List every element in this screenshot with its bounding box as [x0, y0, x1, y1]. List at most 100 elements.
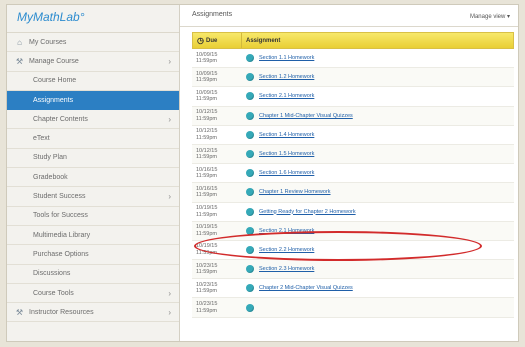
due-cell: 10/09/15 11:59pm	[192, 71, 240, 84]
app-logo: MyMathLab°	[7, 5, 179, 33]
due-cell: 10/09/15 11:59pm	[192, 90, 240, 103]
assignment-link[interactable]: Section 2.1 Homework	[259, 93, 314, 99]
sidebar-item-chapter-contents[interactable]: Chapter Contents ›	[7, 110, 179, 130]
table-row: 10/23/15 11:59pm Section 2.3 Homework	[192, 260, 514, 280]
due-time: 11:59pm	[196, 154, 217, 161]
table-row: 10/09/15 11:59pm Section 1.1 Homework	[192, 49, 514, 69]
sidebar-nav: ⌂ My Courses ⚒ Manage Course › Course Home Ass…	[7, 33, 179, 323]
assignment-link[interactable]: Section 1.5 Homework	[259, 151, 314, 157]
sidebar-item-label: Manage Course	[29, 57, 79, 65]
table-row: 10/12/15 11:59pm Section 1.5 Homework	[192, 144, 514, 165]
table-row: 10/19/15 11:59pm Getting Ready for Chapter…	[192, 203, 514, 222]
sidebar-item-label: Multimedia Library	[33, 231, 91, 239]
assignment-link[interactable]: Chapter 1 Review Homework	[259, 189, 331, 195]
table-row: 10/09/15 11:59pm Section 1.2 Homework	[192, 68, 514, 88]
assignment-link[interactable]: Chapter 2 Mid-Chapter Visual Quizzes	[259, 285, 353, 291]
due-time: 11:59pm	[196, 77, 217, 84]
due-time: 11:59pm	[196, 115, 217, 122]
sidebar-item-label: Discussions	[33, 270, 71, 278]
sidebar-item-label: Study Plan	[33, 154, 67, 162]
table-row: 10/12/15 11:59pm Chapter 1 Mid-Chapter Vis…	[192, 106, 514, 126]
assignment-cell: Chapter 2 Mid-Chapter Visual Quizzes	[240, 284, 514, 293]
home-icon: ⌂	[17, 37, 22, 47]
table-row: 10/19/15 11:59pm Section 2.2 Homework	[192, 241, 514, 261]
app-window: MyMathLab° ⌂ My Courses ⚒ Manage Course › Cou…	[6, 4, 519, 342]
sidebar-item-label: eText	[33, 135, 50, 143]
page-title: Assignments	[192, 11, 233, 18]
assignment-cell: Section 1.6 Homework	[240, 169, 514, 178]
assignment-link[interactable]: Section 1.2 Homework	[259, 74, 314, 80]
chevron-right-icon: ›	[168, 115, 171, 125]
sidebar-item-label: Student Success	[33, 193, 86, 201]
due-time: 11:59pm	[196, 230, 217, 237]
main-header: Assignments Manage view ▾	[180, 5, 518, 27]
sidebar-item-course-tools[interactable]: Course Tools ›	[7, 284, 179, 304]
status-icon	[246, 188, 254, 197]
sidebar-item-label: Course Tools	[33, 289, 74, 297]
assignments-table: ◷ Due Assignment 10/09/15 11:59pm Section …	[192, 32, 514, 341]
chevron-right-icon: ›	[168, 288, 171, 298]
due-time: 11:59pm	[196, 211, 217, 218]
assignment-cell	[240, 303, 514, 312]
sidebar-item-my-courses[interactable]: ⌂ My Courses	[7, 33, 179, 53]
due-time: 11:59pm	[196, 58, 217, 65]
table-row: 10/23/15 11:59pm	[192, 298, 514, 318]
clock-icon: ◷	[197, 36, 204, 45]
column-header-assignment[interactable]: Assignment	[241, 33, 513, 48]
due-cell: 10/19/15 11:59pm	[192, 224, 240, 237]
assignment-cell: Section 1.2 Homework	[240, 73, 514, 82]
status-icon	[246, 150, 254, 159]
assignment-cell: Section 2.2 Homework	[240, 245, 514, 254]
sidebar-item-student-success[interactable]: Student Success ›	[7, 187, 179, 207]
assignment-cell: Section 2.1 Homework	[240, 226, 514, 235]
chevron-right-icon: ›	[168, 308, 171, 318]
sidebar-item-label: Chapter Contents	[33, 115, 88, 123]
status-icon	[246, 303, 254, 312]
table-row: 10/19/15 11:59pm Section 2.1 Homework	[192, 221, 514, 241]
status-icon	[246, 54, 254, 63]
sidebar-item-assignments[interactable]: Assignments	[7, 90, 179, 111]
assignment-link[interactable]: Section 2.1 Homework	[259, 228, 314, 234]
sidebar-item-course-home[interactable]: Course Home	[7, 72, 179, 91]
status-icon	[246, 226, 254, 235]
sidebar-item-purchase-options[interactable]: Purchase Options	[7, 245, 179, 265]
sidebar-item-manage-course[interactable]: ⚒ Manage Course ›	[7, 52, 179, 72]
assignment-cell: Chapter 1 Review Homework	[240, 188, 514, 197]
column-header-due[interactable]: ◷ Due	[193, 36, 241, 45]
table-row: 10/16/15 11:59pm Chapter 1 Review Homework	[192, 183, 514, 203]
assignment-link[interactable]: Getting Ready for Chapter 2 Homework	[259, 209, 356, 215]
assignment-link[interactable]: Section 1.1 Homework	[259, 55, 314, 61]
assignment-link[interactable]: Chapter 1 Mid-Chapter Visual Quizzes	[259, 113, 353, 119]
sidebar-item-label: My Courses	[29, 38, 67, 46]
sidebar-item-gradebook[interactable]: Gradebook	[7, 168, 179, 188]
column-header-due-label: Due	[205, 37, 218, 44]
status-icon	[246, 265, 254, 274]
assignment-link[interactable]: Section 2.3 Homework	[259, 266, 314, 272]
chevron-right-icon: ›	[168, 192, 171, 202]
assignment-cell: Section 1.4 Homework	[240, 130, 514, 139]
table-row: 10/16/15 11:59pm Section 1.6 Homework	[192, 164, 514, 184]
assignment-cell: Section 1.1 Homework	[240, 54, 514, 63]
tools-icon: ⚒	[15, 56, 24, 66]
assignment-cell: Section 2.3 Homework	[240, 265, 514, 274]
chevron-right-icon: ›	[168, 57, 171, 67]
due-time: 11:59pm	[196, 96, 217, 103]
assignment-link[interactable]: Section 1.6 Homework	[259, 170, 314, 176]
sidebar-item-etext[interactable]: eText	[7, 129, 179, 149]
main-content: Assignments Manage view ▾ ◷ Due Assignme…	[180, 5, 518, 341]
assignment-link[interactable]: Section 2.2 Homework	[259, 247, 314, 253]
sidebar-item-study-plan[interactable]: Study Plan	[7, 149, 179, 169]
assignment-link[interactable]: Section 1.4 Homework	[259, 132, 314, 138]
manage-view-button[interactable]: Manage view ▾	[470, 13, 510, 20]
sidebar-item-discussions[interactable]: Discussions	[7, 265, 179, 284]
due-cell: 10/12/15 11:59pm	[192, 128, 240, 141]
sidebar-item-instructor-resources[interactable]: ⚒ Instructor Resources ›	[7, 303, 179, 323]
sidebar-item-label: Instructor Resources	[29, 308, 94, 316]
due-time: 11:59pm	[196, 192, 217, 199]
sidebar-item-label: Assignments	[33, 96, 74, 104]
assignment-cell: Section 2.1 Homework	[240, 92, 514, 101]
assignment-cell: Getting Ready for Chapter 2 Homework	[240, 207, 514, 216]
sidebar-item-multimedia-library[interactable]: Multimedia Library	[7, 226, 179, 246]
sidebar-item-tools-for-success[interactable]: Tools for Success	[7, 207, 179, 226]
due-cell: 10/23/15 11:59pm	[192, 263, 240, 276]
